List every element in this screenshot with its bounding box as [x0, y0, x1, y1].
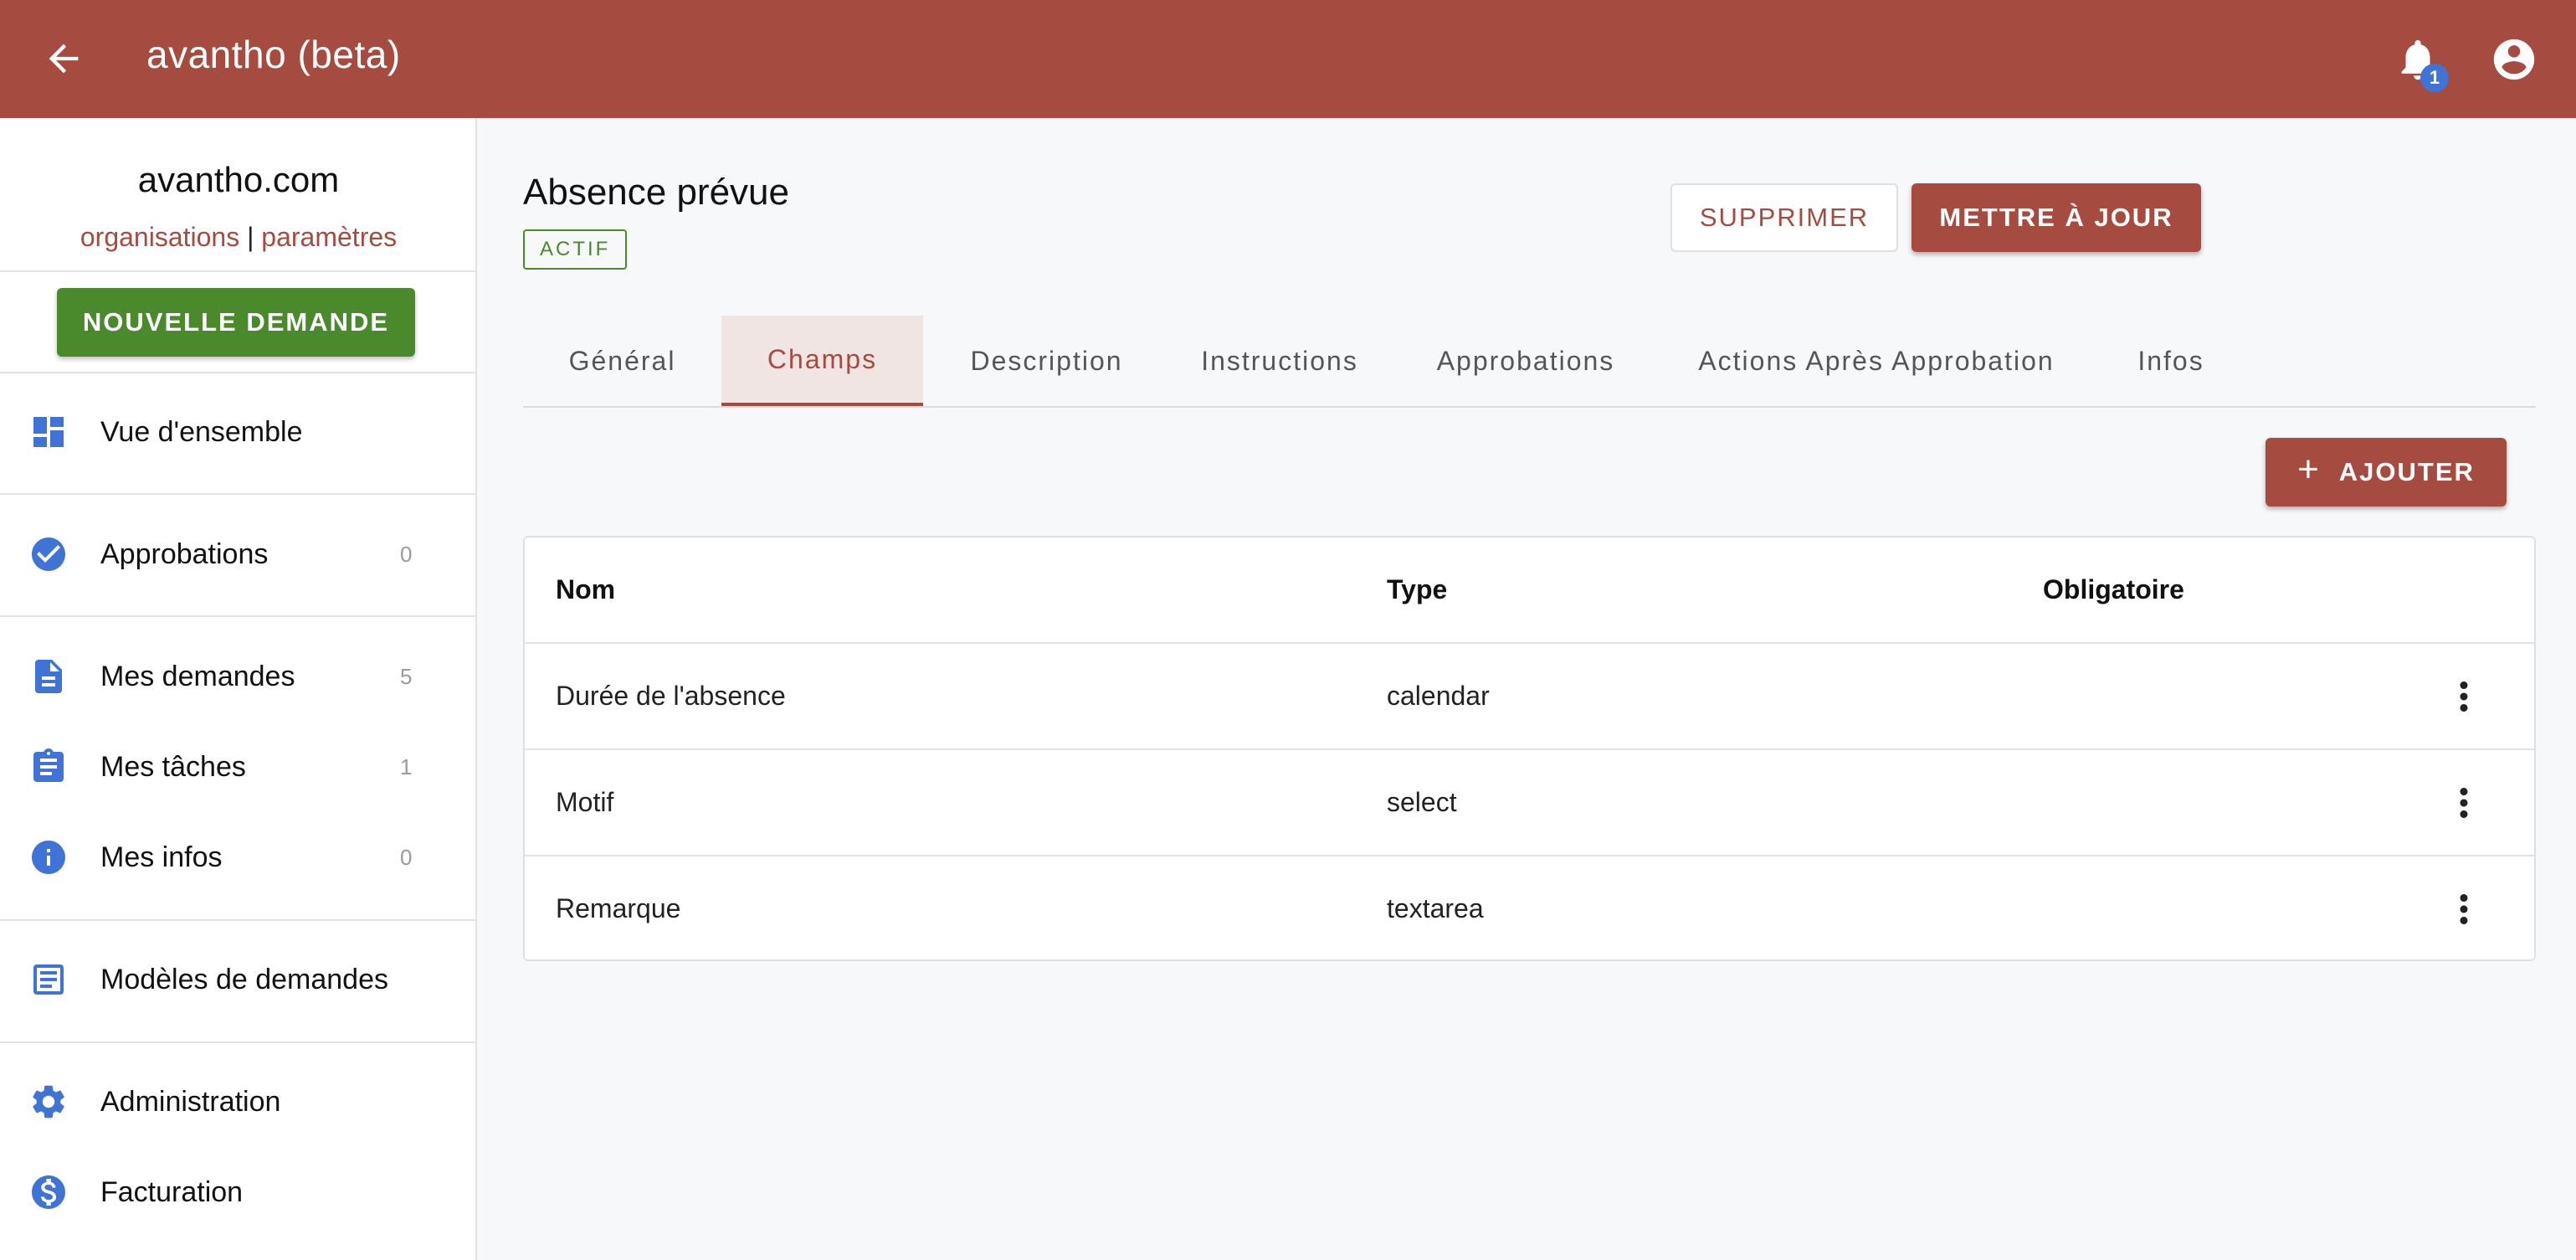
field-name-cell: Motif: [556, 787, 614, 817]
sidebar-item-overview[interactable]: Vue d'ensemble: [0, 394, 477, 470]
top-app-bar: avantho (beta) 1: [0, 0, 2576, 118]
tab-approvals[interactable]: Approbations: [1389, 316, 1662, 406]
sidebar-item-my-tasks[interactable]: Mes tâches 1: [0, 729, 477, 805]
plus-icon: +: [2297, 449, 2321, 490]
field-name-cell: Durée de l'absence: [556, 681, 786, 711]
add-field-label: AJOUTER: [2338, 457, 2475, 486]
divider: [0, 919, 477, 921]
field-type-cell: select: [1387, 787, 1457, 817]
sidebar-item-label: Facturation: [100, 1175, 244, 1208]
sidebar-item-request-templates[interactable]: Modèles de demandes: [0, 942, 477, 1017]
sidebar-item-label: Modèles de demandes: [100, 963, 389, 995]
app-title: avantho (beta): [146, 33, 401, 76]
account-circle-icon[interactable]: [2490, 35, 2538, 84]
column-header-required[interactable]: Obligatoire: [2043, 537, 2184, 642]
link-separator: |: [247, 222, 254, 252]
fields-table: Nom Type Obligatoire Durée de l'absence …: [523, 536, 2536, 961]
sidebar-item-count: 0: [400, 541, 413, 567]
table-row[interactable]: Motif select: [525, 750, 2534, 856]
sidebar-item-billing[interactable]: Facturation: [0, 1155, 477, 1230]
tab-bar: Général Champs Description Instructions …: [523, 316, 2536, 408]
divider: [0, 493, 477, 495]
template-icon: [28, 959, 69, 1000]
field-type-cell: textarea: [1387, 893, 1484, 923]
divider: [0, 270, 477, 272]
dashboard-icon: [28, 412, 69, 452]
notification-count-badge: 1: [2420, 64, 2449, 92]
tab-description[interactable]: Description: [923, 316, 1170, 406]
add-field-button[interactable]: + AJOUTER: [2266, 438, 2507, 507]
organization-links: organisations | paramètres: [0, 222, 477, 253]
tab-fields[interactable]: Champs: [721, 316, 923, 406]
check-circle-icon: [28, 534, 69, 574]
more-vert-icon[interactable]: [2441, 674, 2486, 719]
document-icon: [28, 656, 69, 697]
sidebar: avantho.com organisations | paramètres N…: [0, 118, 477, 1260]
info-icon: [28, 837, 69, 877]
sidebar-item-administration[interactable]: Administration: [0, 1064, 477, 1139]
sidebar-item-my-requests[interactable]: Mes demandes 5: [0, 639, 477, 714]
sidebar-item-label: Vue d'ensemble: [100, 415, 303, 448]
table-header-row: Nom Type Obligatoire: [525, 537, 2534, 644]
arrow-back-icon[interactable]: [42, 37, 85, 80]
sidebar-item-count: 1: [400, 753, 413, 779]
sidebar-item-label: Administration: [100, 1085, 281, 1118]
notifications-bell-icon[interactable]: 1: [2394, 35, 2449, 92]
table-row[interactable]: Durée de l'absence calendar: [525, 644, 2534, 750]
tab-instructions[interactable]: Instructions: [1170, 316, 1389, 406]
field-name-cell: Remarque: [556, 893, 681, 923]
sidebar-item-approvals[interactable]: Approbations 0: [0, 517, 477, 592]
delete-button[interactable]: SUPPRIMER: [1670, 183, 1898, 252]
status-badge: ACTIF: [523, 229, 628, 270]
more-vert-icon[interactable]: [2441, 780, 2486, 825]
sidebar-item-my-info[interactable]: Mes infos 0: [0, 820, 477, 895]
new-request-button[interactable]: NOUVELLE DEMANDE: [57, 288, 415, 357]
tab-infos[interactable]: Infos: [2091, 316, 2251, 406]
page-title: Absence prévue: [523, 172, 789, 213]
more-vert-icon[interactable]: [2441, 887, 2486, 932]
dollar-icon: [28, 1172, 69, 1212]
gear-icon: [28, 1082, 69, 1122]
divider: [0, 1041, 477, 1043]
parametres-link[interactable]: paramètres: [261, 222, 397, 252]
sidebar-item-count: 5: [400, 663, 413, 689]
divider: [0, 372, 477, 373]
clipboard-icon: [28, 747, 69, 787]
tab-general[interactable]: Général: [523, 316, 721, 406]
sidebar-item-count: 0: [400, 844, 413, 870]
field-type-cell: calendar: [1387, 681, 1490, 711]
table-row[interactable]: Remarque textarea: [525, 856, 2534, 963]
column-header-name[interactable]: Nom: [556, 537, 615, 642]
sidebar-item-label: Mes tâches: [100, 750, 246, 783]
organization-name: avantho.com: [137, 160, 340, 199]
sidebar-item-label: Approbations: [100, 537, 269, 570]
column-header-type[interactable]: Type: [1387, 537, 1447, 642]
organisations-link[interactable]: organisations: [80, 222, 239, 252]
update-button[interactable]: METTRE À JOUR: [1911, 183, 2201, 252]
sidebar-item-label: Mes demandes: [100, 660, 295, 692]
tab-post-approval-actions[interactable]: Actions Après Approbation: [1662, 316, 2091, 406]
divider: [0, 615, 477, 617]
sidebar-item-label: Mes infos: [100, 841, 223, 873]
